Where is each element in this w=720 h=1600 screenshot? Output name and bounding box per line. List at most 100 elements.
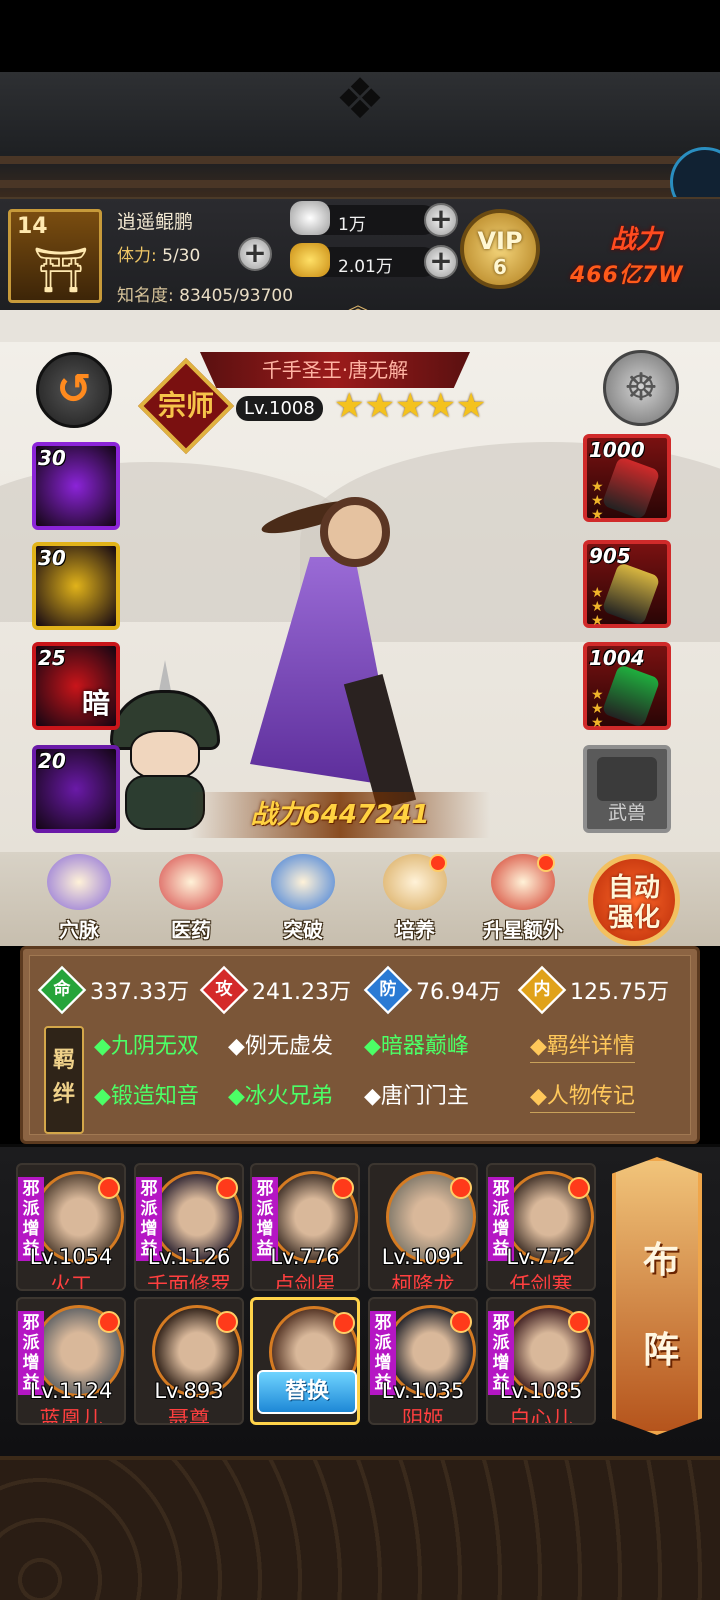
bond-details-link[interactable]: ◆羁绊详情 (530, 1028, 635, 1063)
vip-level: 6 (493, 255, 507, 279)
hero-character[interactable] (200, 477, 480, 810)
skill-slot-3[interactable]: 25 暗 (32, 642, 120, 730)
status-bar (0, 0, 720, 72)
player-level: 14 (17, 214, 48, 239)
player-level-badge[interactable]: 14 ⛩ (8, 209, 102, 303)
fame-label: 知名度: (117, 286, 174, 306)
inner-power-icon: 内 (517, 965, 567, 1015)
meridian-button[interactable]: 穴脉 (34, 854, 124, 944)
equipment-level: 1000 (589, 438, 645, 462)
bond-item: ◆九阴无双 (94, 1034, 199, 1059)
breakthrough-button[interactable]: 突破 (258, 854, 348, 944)
auto-enhance-line2: 强化 (607, 903, 660, 933)
train-button[interactable]: 培养 (370, 854, 460, 944)
medicine-button[interactable]: 医药 (146, 854, 236, 944)
hp-icon: 命 (37, 965, 87, 1015)
team-member-slot[interactable]: 邪派增益 Lv.1085 白心儿 (486, 1297, 596, 1425)
attribute-value: 337.33万 (90, 980, 189, 1005)
bond-item: ◆唐门门主 (364, 1084, 469, 1109)
equipment-armor-slot[interactable]: 905 ★ ★ ★ (583, 540, 671, 628)
swap-button[interactable]: 替换 (257, 1370, 357, 1414)
add-gold-button[interactable]: + (424, 245, 458, 279)
team-member-slot[interactable]: 邪派增益 Lv.1126 千面修罗 (134, 1163, 244, 1291)
silver-amount: 1万 (338, 215, 366, 235)
silver-ingot-icon (290, 201, 330, 235)
member-name: 聂尊 (168, 1407, 210, 1425)
formation-line1: 布 (642, 1240, 679, 1281)
hero-power: 战力6447241 (250, 800, 430, 830)
medicine-icon (159, 854, 223, 910)
star-up-button[interactable]: 升星额外 (478, 854, 568, 944)
beast-slot[interactable]: 武兽 (583, 745, 671, 833)
member-name: 阴姬 (402, 1407, 444, 1425)
notification-dot (450, 1311, 472, 1333)
attribute-value: 76.94万 (416, 980, 501, 1005)
bond-item: ◆锻造知音 (94, 1084, 199, 1109)
team-member-slot[interactable]: 替换 (250, 1297, 360, 1425)
member-level: Lv.1035 (381, 1379, 465, 1403)
add-silver-button[interactable]: + (424, 203, 458, 237)
buddha-statue-button[interactable]: ☸ (603, 350, 679, 426)
add-stamina-button[interactable]: + (238, 237, 272, 271)
formation-line2: 阵 (642, 1330, 679, 1371)
member-level: Lv.1124 (29, 1379, 113, 1403)
team-member-slot[interactable]: 邪派增益 Lv.1035 阴姬 (368, 1297, 478, 1425)
function-label: 升星额外 (483, 918, 563, 942)
vip-label: VIP (477, 227, 523, 255)
roof-beam (0, 156, 720, 164)
member-name: 卢剑星 (273, 1273, 337, 1291)
skill-slot-4[interactable]: 20 (32, 745, 120, 833)
star-up-icon (491, 854, 555, 910)
skill-slot-1[interactable]: 30 (32, 442, 120, 530)
stats-panel: 命 337.33万 攻 241.23万 防 76.94万 内 125.75万 羁… (20, 946, 700, 1144)
notification-dot (429, 854, 447, 872)
auto-enhance-button[interactable]: 自动 强化 (588, 854, 680, 946)
team-member-slot[interactable]: 邪派增益 Lv.1054 火工 (16, 1163, 126, 1291)
hero-stars: ★★★★★ (334, 386, 487, 426)
attribute-value: 241.23万 (252, 980, 351, 1005)
skill-level: 20 (38, 749, 66, 773)
member-name: 柯降龙 (391, 1273, 455, 1291)
skill-glyph: 暗 (81, 687, 110, 720)
fame-value: 83405/93700 (179, 286, 294, 306)
equipment-stars: ★ ★ ★ (591, 585, 604, 629)
event-mascot-icon[interactable] (670, 147, 720, 197)
character-bio-link[interactable]: ◆人物传记 (530, 1078, 635, 1113)
silver-resource: 1万 (290, 201, 438, 235)
bond-item: ◆冰火兄弟 (228, 1084, 333, 1109)
member-level: Lv.1126 (147, 1245, 231, 1269)
bond-badge: 羁绊 (44, 1026, 84, 1134)
roof-decoration: ❖ (0, 72, 720, 197)
hero-display: ↺ ☸ 千手圣王·唐无解 宗师 Lv.1008 ★★★★★ 30 30 25 暗… (0, 342, 720, 852)
equipment-weapon-slot[interactable]: 1000 ★ ★ ★ (583, 434, 671, 522)
hero-title: 千手圣王·唐无解 (261, 358, 409, 382)
team-member-slot[interactable]: 邪派增益 Lv.772 任剑寒 (486, 1163, 596, 1291)
equipment-book-slot[interactable]: 1004 ★ ★ ★ (583, 642, 671, 730)
member-level: Lv.1054 (29, 1245, 113, 1269)
team-member-slot[interactable]: 邪派增益 Lv.1124 蓝凰儿 (16, 1297, 126, 1425)
member-level: Lv.772 (506, 1245, 576, 1269)
equipment-level: 1004 (589, 646, 645, 670)
hero-level: Lv.1008 (236, 396, 323, 421)
team-member-slot[interactable]: Lv.893 聂尊 (134, 1297, 244, 1425)
back-button[interactable]: ↺ (36, 352, 112, 428)
member-level: Lv.893 (154, 1379, 224, 1403)
member-name: 火工 (50, 1273, 92, 1291)
meridian-icon (47, 854, 111, 910)
skill-slot-2[interactable]: 30 (32, 542, 120, 630)
pagoda-icon: ⛩ (33, 245, 89, 296)
gold-amount: 2.01万 (338, 257, 393, 277)
total-power-label: 战力 (610, 225, 663, 255)
team-member-slot[interactable]: 邪派增益 Lv.776 卢剑星 (250, 1163, 360, 1291)
notification-dot (568, 1311, 590, 1333)
notification-dot (98, 1311, 120, 1333)
defense-icon: 防 (363, 965, 413, 1015)
equipment-stars: ★ ★ ★ (591, 479, 604, 523)
formation-button[interactable]: 布 阵 (612, 1157, 702, 1435)
fame: 知名度: 83405/93700 (117, 281, 293, 306)
team-member-slot[interactable]: Lv.1091 柯降龙 (368, 1163, 478, 1291)
notification-dot (98, 1177, 120, 1199)
player-info-panel: 14 ⛩ 逍遥鲲鹏 体力: 5/30 + 知名度: 83405/93700 1万… (0, 197, 720, 317)
member-name: 任剑寒 (509, 1273, 573, 1291)
vip-badge[interactable]: VIP 6 (460, 209, 540, 289)
